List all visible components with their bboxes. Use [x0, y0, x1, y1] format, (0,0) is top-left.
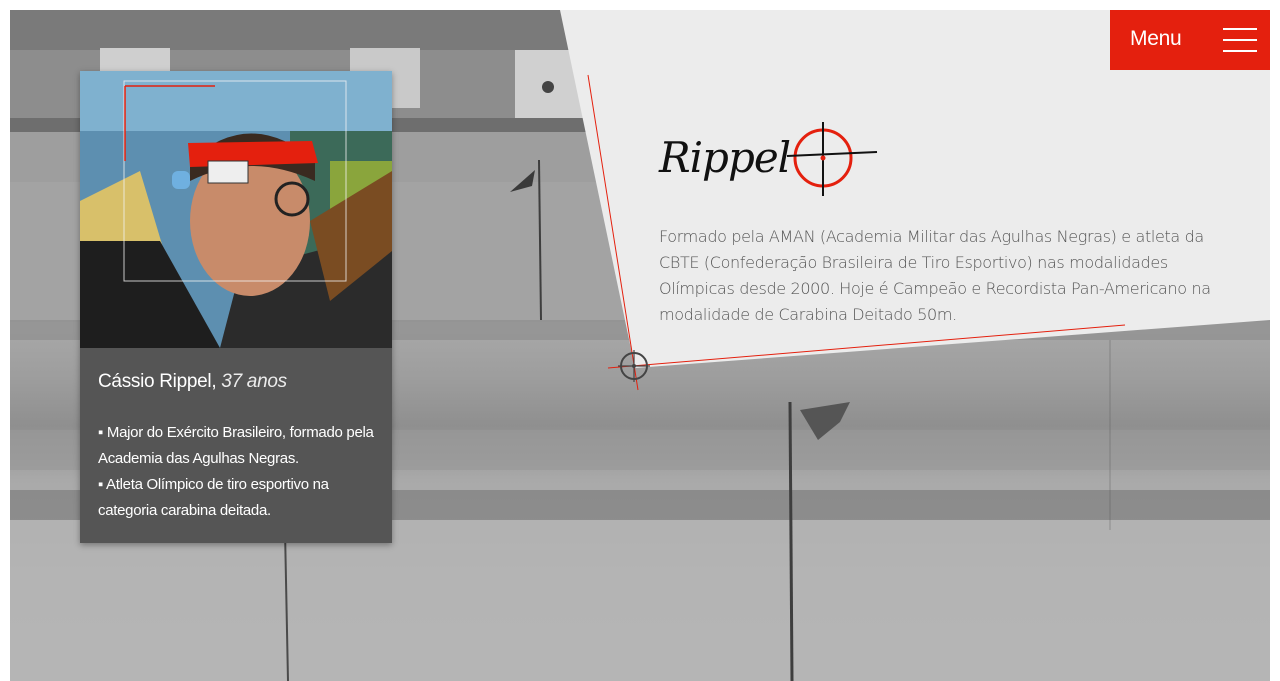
menu-label: Menu [1130, 27, 1182, 50]
target-crosshair-icon [618, 350, 650, 382]
hamburger-icon [1223, 28, 1257, 53]
athlete-age: 37 anos [221, 371, 287, 392]
bio-paragraph: Formado pela AMAN (Academia Militar das … [659, 227, 1211, 324]
fact-item: ▪ Atleta Olímpico de tiro esportivo na c… [98, 476, 329, 519]
athlete-name-text: Cássio Rippel, [98, 371, 217, 392]
athlete-facts-list: ▪ Major do Exército Brasileiro, formado … [98, 420, 383, 524]
fact-item: ▪ Major do Exército Brasileiro, formado … [98, 424, 374, 467]
profile-card: Cássio Rippel, 37 anos ▪ Major do Exérci… [80, 71, 392, 543]
menu-button[interactable]: Menu [1110, 10, 1270, 70]
hero-section: Menu Rippel Formado pela AMAN (Academia … [10, 10, 1270, 681]
logo-text: Rippel [658, 133, 790, 182]
crosshair-icon [786, 122, 878, 196]
rippel-logo[interactable]: Rippel [655, 110, 880, 205]
athlete-name: Cássio Rippel, 37 anos [98, 371, 287, 393]
athlete-photo [80, 71, 392, 348]
logo-signature: Rippel [658, 122, 878, 196]
